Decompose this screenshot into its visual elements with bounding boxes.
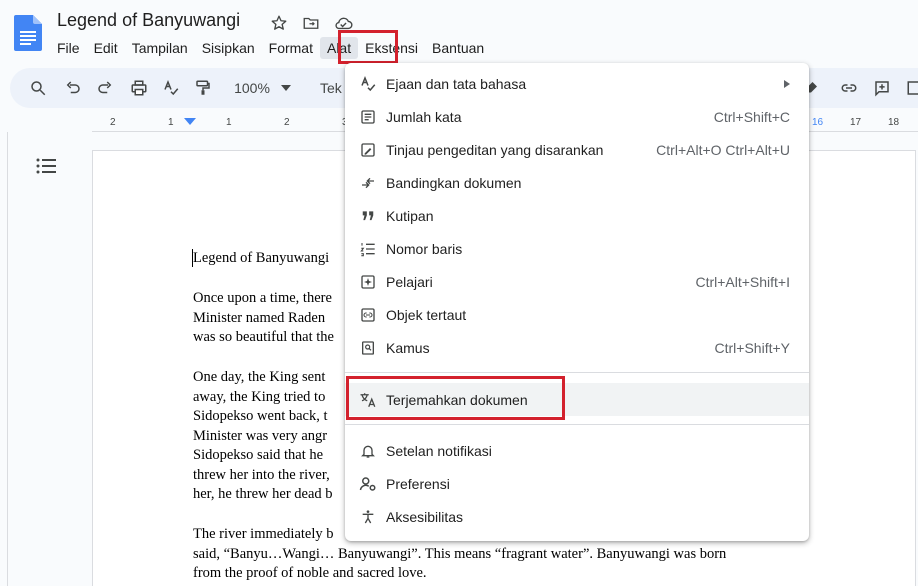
menu-item-label: Ejaan dan tata bahasa xyxy=(386,75,527,92)
paragraph-line: away, the King tried to xyxy=(193,388,326,405)
translate-highlight-box xyxy=(346,376,565,420)
review-edits-icon xyxy=(359,141,377,159)
bell-icon xyxy=(359,442,377,460)
ruler-number: 1 xyxy=(226,117,232,128)
ruler-number: 2 xyxy=(284,117,290,128)
linked-object-icon xyxy=(359,306,377,324)
menu-bar: File Edit Tampilan Sisipkan Format Alat … xyxy=(50,37,491,59)
menu-item-line-numbers[interactable]: Nomor baris xyxy=(345,232,809,265)
paragraph-line: from the proof of noble and sacred love. xyxy=(193,565,427,581)
add-comment-icon[interactable] xyxy=(871,76,893,100)
menu-item-label: Bandingkan dokumen xyxy=(386,174,522,191)
quote-icon xyxy=(359,207,377,225)
menu-item-label: Pelajari xyxy=(386,273,433,290)
paragraph-line: Sidopekso went back, t xyxy=(193,408,328,424)
compare-icon xyxy=(359,174,377,192)
print-icon[interactable] xyxy=(128,76,150,100)
insert-link-icon[interactable] xyxy=(838,76,860,100)
search-menus-icon[interactable] xyxy=(27,76,49,100)
explore-icon xyxy=(359,273,377,291)
ruler-number: 2 xyxy=(110,117,116,128)
menu-item-label: Kutipan xyxy=(386,207,434,224)
menu-item-preferences[interactable]: Preferensi xyxy=(345,467,809,500)
menu-format[interactable]: Format xyxy=(262,37,320,59)
menu-item-label: Kamus xyxy=(386,339,430,356)
google-docs-window: Legend of Banyuwangi File Edit Tampilan … xyxy=(0,0,918,586)
menu-item-accessibility[interactable]: Aksesibilitas xyxy=(345,500,809,533)
preferences-icon xyxy=(359,475,377,493)
menu-item-dictionary[interactable]: Kamus Ctrl+Shift+Y xyxy=(345,331,809,364)
menu-item-label: Nomor baris xyxy=(386,240,463,257)
docs-logo-icon[interactable] xyxy=(14,15,42,51)
paint-format-icon[interactable] xyxy=(192,76,214,100)
paragraph-line: Once upon a time, there xyxy=(193,290,332,306)
menu-item-label: Objek tertaut xyxy=(386,306,467,323)
menu-item-citations[interactable]: Kutipan xyxy=(345,199,809,232)
spellcheck-toolbar-icon[interactable] xyxy=(160,76,182,100)
vertical-ruler[interactable] xyxy=(0,132,8,586)
accessibility-icon xyxy=(359,508,377,526)
menu-item-label: Tinjau pengeditan yang disarankan xyxy=(386,141,604,158)
dictionary-icon xyxy=(359,339,377,357)
ruler-number: 1 xyxy=(168,117,174,128)
menu-insert[interactable]: Sisipkan xyxy=(195,37,262,59)
paragraph-line: Minister named Raden xyxy=(193,309,326,326)
menu-item-shortcut: Ctrl+Alt+Shift+I xyxy=(695,273,790,290)
document-outline-icon[interactable] xyxy=(36,157,56,180)
menu-help[interactable]: Bantuan xyxy=(425,37,491,59)
menu-item-shortcut: Ctrl+Alt+O Ctrl+Alt+U xyxy=(656,141,790,158)
insert-image-icon[interactable] xyxy=(905,76,918,100)
paragraph-line: Sidopekso said that he xyxy=(193,447,324,463)
ruler-number: 17 xyxy=(850,117,862,128)
tools-dropdown-menu: Ejaan dan tata bahasa Jumlah kata Ctrl+S… xyxy=(345,63,809,541)
star-icon[interactable] xyxy=(268,12,290,34)
move-folder-icon[interactable] xyxy=(300,12,322,34)
spellcheck-icon xyxy=(359,75,377,93)
paragraph-line: One day, the King sent xyxy=(193,369,326,385)
menu-item-explore[interactable]: Pelajari Ctrl+Alt+Shift+I xyxy=(345,265,809,298)
zoom-select[interactable]: 100% xyxy=(228,76,276,100)
menu-item-label: Aksesibilitas xyxy=(386,508,464,525)
paragraph-line: threw her into the river, xyxy=(193,466,330,483)
paragraph-line: her, he threw her dead b xyxy=(193,486,333,502)
menu-item-review-edits[interactable]: Tinjau pengeditan yang disarankan Ctrl+A… xyxy=(345,133,809,166)
menu-item-shortcut: Ctrl+Shift+C xyxy=(713,108,790,125)
menu-item-label: Setelan notifikasi xyxy=(386,442,492,459)
indent-marker[interactable] xyxy=(184,118,196,125)
paragraph-line: The river immediately b xyxy=(193,526,334,542)
menu-item-linked-objects[interactable]: Objek tertaut xyxy=(345,298,809,331)
paragraph-line: was so beautiful that the xyxy=(193,329,334,345)
ruler-number: 16 xyxy=(812,117,824,128)
menu-item-notification-settings[interactable]: Setelan notifikasi xyxy=(345,434,809,467)
word-count-icon xyxy=(359,108,377,126)
document-title[interactable]: Legend of Banyuwangi xyxy=(57,10,240,31)
menu-divider xyxy=(345,372,809,373)
undo-icon[interactable] xyxy=(62,76,84,100)
menu-item-label: Jumlah kata xyxy=(386,108,462,125)
redo-icon[interactable] xyxy=(94,76,116,100)
menu-divider xyxy=(345,424,809,425)
menu-item-spelling-grammar[interactable]: Ejaan dan tata bahasa xyxy=(345,67,809,100)
menu-item-word-count[interactable]: Jumlah kata Ctrl+Shift+C xyxy=(345,100,809,133)
paragraph-line: Minister was very angr xyxy=(193,427,328,444)
menu-item-compare-documents[interactable]: Bandingkan dokumen xyxy=(345,166,809,199)
menu-edit[interactable]: Edit xyxy=(87,37,125,59)
document-heading: Legend of Banyuwangi xyxy=(193,250,330,266)
ruler-number: 18 xyxy=(888,117,900,128)
line-numbers-icon xyxy=(359,240,377,258)
paragraph-line: said, “Banyu…Wangi… Banyuwangi”. This me… xyxy=(193,545,727,562)
menu-file[interactable]: File xyxy=(50,37,87,59)
zoom-dropdown-icon[interactable] xyxy=(280,76,292,100)
menu-item-shortcut: Ctrl+Shift+Y xyxy=(714,339,790,356)
text-cursor xyxy=(192,249,193,267)
submenu-arrow-icon xyxy=(784,79,790,88)
menu-view[interactable]: Tampilan xyxy=(125,37,195,59)
menu-item-label: Preferensi xyxy=(386,475,450,492)
tools-menu-highlight-box xyxy=(338,30,398,64)
